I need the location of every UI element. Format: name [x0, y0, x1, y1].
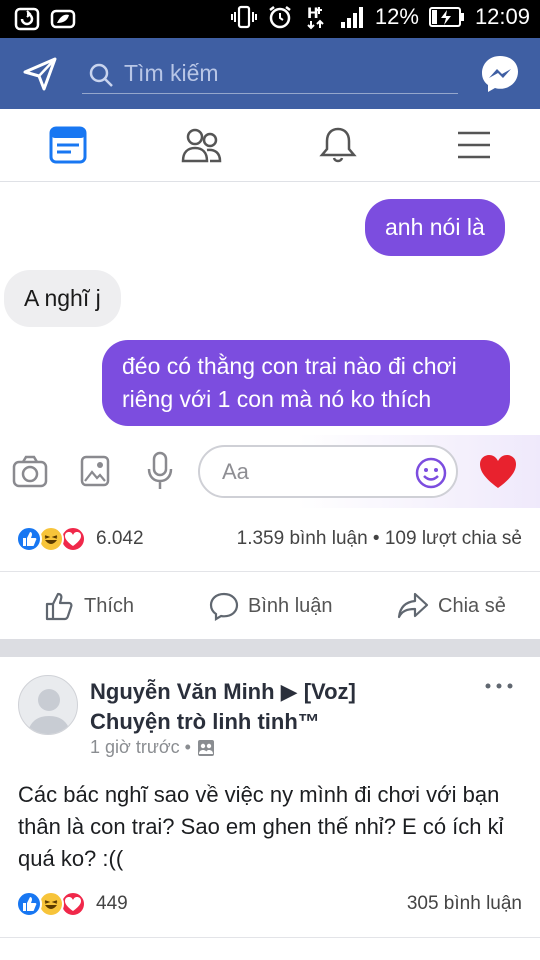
share-label: Chia sẻ	[438, 594, 506, 617]
share-button[interactable]: Chia sẻ	[396, 590, 506, 622]
reaction-icons[interactable]	[16, 891, 96, 917]
thumbs-up-icon	[45, 592, 73, 621]
comments-count[interactable]: 305 bình luận	[407, 893, 522, 915]
tab-menu[interactable]	[452, 125, 496, 165]
post-stats: 6.042 1.359 bình luận • 109 lượt chia sẻ	[0, 508, 540, 570]
message-input-placeholder: Aa	[222, 459, 249, 484]
battery-charging-icon	[428, 7, 464, 27]
like-reaction-icon	[16, 891, 42, 917]
post-time[interactable]: 1 giờ trước •	[90, 737, 191, 758]
heart-icon[interactable]	[478, 453, 518, 491]
tab-friends[interactable]	[180, 125, 224, 165]
search-placeholder: Tìm kiếm	[124, 60, 219, 86]
messenger-icon[interactable]	[480, 54, 520, 94]
svg-text:H: H	[307, 6, 319, 22]
clock: 12:09	[474, 4, 530, 29]
chat-message-out: đéo có thằng con trai nào đi chơi riêng …	[102, 340, 510, 426]
chat-message-line: riêng với 1 con mà nó ko thích	[122, 386, 432, 412]
feed-post: Nguyễn Văn Minh ▶ [Voz] Chuyện trò linh …	[0, 657, 540, 960]
post-actions: Thích Bình luận Chia sẻ	[0, 571, 540, 639]
reaction-count[interactable]: 449	[96, 893, 128, 915]
camera-icon[interactable]	[12, 455, 48, 489]
top-bar: Tìm kiếm	[0, 38, 540, 109]
post-text: Các bác nghĩ sao về việc ny mình đi chơi…	[18, 782, 504, 871]
comment-icon	[209, 592, 239, 621]
author-group-line[interactable]: Nguyễn Văn Minh ▶ [Voz]	[90, 677, 490, 707]
microphone-icon[interactable]	[146, 451, 174, 491]
emoji-icon[interactable]	[414, 456, 448, 490]
message-input[interactable]: Aa	[198, 445, 458, 498]
tab-news-feed[interactable]	[46, 125, 90, 165]
sync-icon	[14, 7, 40, 31]
like-button[interactable]: Thích	[44, 590, 134, 622]
comment-label: Bình luận	[248, 594, 333, 617]
search-icon	[89, 63, 113, 87]
comment-button[interactable]: Bình luận	[208, 590, 333, 622]
avatar[interactable]	[18, 675, 78, 735]
comments-shares-count[interactable]: 1.359 bình luận • 109 lượt chia sẻ	[237, 528, 522, 550]
chat-message-out: anh nói là	[365, 199, 505, 256]
nature-app-icon	[50, 9, 76, 29]
feed-separator	[0, 639, 540, 657]
status-bar: H 12% 12:09	[0, 0, 540, 38]
battery-percent: 12%	[374, 4, 419, 29]
default-avatar-icon	[27, 689, 71, 734]
data-hplus-icon: H	[307, 6, 324, 30]
chat-composer: Aa	[0, 435, 540, 508]
post-meta: 1 giờ trước •	[90, 737, 215, 758]
like-reaction-icon	[16, 526, 42, 552]
tabs-bar	[0, 109, 540, 182]
paper-plane-icon[interactable]	[22, 56, 58, 92]
post-author[interactable]: Nguyễn Văn Minh ▶ [Voz] Chuyện trò linh …	[90, 677, 490, 737]
chat-message-line: đéo có thằng con trai nào đi chơi	[122, 353, 457, 379]
post-stats: 449 305 bình luận	[0, 885, 540, 925]
signal-icon	[340, 7, 363, 28]
alarm-icon	[269, 6, 291, 29]
group-name-line[interactable]: Chuyện trò linh tinh™	[90, 707, 490, 737]
reaction-icons[interactable]	[16, 526, 96, 552]
share-icon	[397, 592, 429, 619]
gallery-icon[interactable]	[80, 455, 110, 487]
reaction-count[interactable]: 6.042	[96, 528, 144, 550]
vibrate-icon	[230, 5, 257, 29]
more-options-icon[interactable]	[484, 679, 514, 693]
search-input[interactable]: Tìm kiếm	[82, 54, 458, 94]
tab-notifications[interactable]	[316, 125, 360, 165]
like-label: Thích	[84, 594, 135, 617]
chat-message-in: A nghĩ j	[4, 270, 121, 327]
chat-screenshot: anh nói là A nghĩ j đéo có thằng con tra…	[0, 183, 540, 508]
post-actions	[0, 937, 540, 960]
group-privacy-icon	[197, 739, 214, 756]
